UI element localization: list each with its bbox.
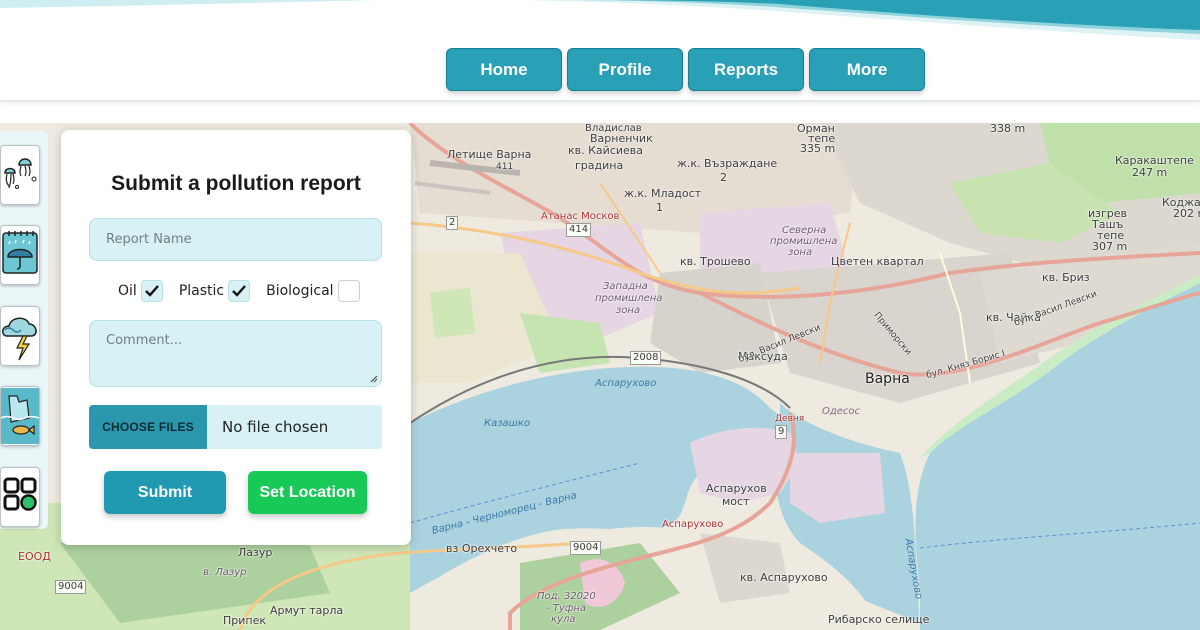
map-label: 335 m — [800, 142, 836, 155]
biological-label: Biological — [266, 283, 334, 299]
map-label: Летище Варна — [447, 148, 532, 161]
panel-title: Submit a pollution report — [111, 172, 361, 195]
map-label: кв. Бриз — [1042, 271, 1090, 284]
map-label: Армут тарла — [270, 604, 344, 617]
report-name-placeholder: Report Name — [106, 232, 192, 247]
pollution-type-checkboxes: Oil Plastic Biological — [118, 280, 376, 302]
oil-label: Oil — [118, 283, 137, 299]
file-status-text: No file chosen — [222, 418, 329, 436]
storm-tool-button[interactable] — [0, 306, 40, 366]
map-label: 2 — [720, 171, 727, 184]
map-label: Варна — [865, 371, 910, 387]
map-label: 414 — [566, 223, 592, 237]
biological-checkbox[interactable] — [337, 280, 360, 302]
map-label: 411 — [496, 162, 514, 172]
grid-menu-tool-button[interactable] — [0, 467, 40, 527]
map-label: 9004 — [55, 580, 87, 594]
layer-tool-strip — [0, 131, 48, 529]
file-upload-field: CHOOSE FILES No file chosen — [89, 405, 382, 449]
map-label: 307 m — [1092, 240, 1128, 253]
map-label: мост — [722, 495, 750, 508]
map-label: 9004 — [570, 541, 602, 555]
rain-tool-button[interactable] — [0, 225, 40, 285]
main-nav: Home Profile Reports More — [446, 48, 925, 91]
map-label: кв. Кайсиева — [568, 144, 644, 157]
map-label: Аспарухово — [662, 519, 724, 530]
grid-menu-icon — [3, 477, 37, 511]
map-label: Припек — [223, 614, 267, 627]
map-label: Под. 32020 — [537, 591, 596, 602]
checkmark-icon — [232, 285, 246, 297]
map-label: ЕООД — [18, 550, 51, 563]
map-label: 338 m — [990, 123, 1026, 135]
nav-reports-button[interactable]: Reports — [688, 48, 804, 91]
nav-home-button[interactable]: Home — [446, 48, 562, 91]
map-label: градина — [575, 159, 624, 172]
map-label: в. Лазур — [203, 567, 247, 578]
map-label: Одесос — [822, 406, 861, 417]
resize-grip-icon[interactable] — [370, 375, 378, 383]
map-label: 247 m — [1132, 166, 1168, 179]
map-label: зона — [788, 247, 813, 258]
map-label: ж.к. Възраждане — [677, 157, 778, 170]
top-header: Home Profile Reports More — [0, 0, 1200, 102]
rain-umbrella-icon — [2, 231, 38, 274]
map-label: 2008 — [630, 351, 662, 365]
plastic-checkbox[interactable] — [228, 280, 251, 302]
map-label: кв. Трошево — [680, 255, 751, 268]
nav-profile-button[interactable]: Profile — [567, 48, 683, 91]
storm-cloud-icon — [2, 317, 37, 361]
map-label: кв. Аспарухово — [740, 571, 828, 584]
map-label: Рибарско селище — [828, 613, 930, 626]
submit-button[interactable]: Submit — [104, 471, 226, 514]
plastic-label: Plastic — [178, 283, 225, 299]
map-label: 9 — [775, 425, 788, 439]
report-name-input[interactable]: Report Name — [89, 218, 382, 261]
plastic-waste-icon — [1, 388, 39, 444]
map-label: Западна — [603, 281, 648, 292]
map-label: промишлена — [595, 293, 663, 304]
map-label: зона — [616, 305, 641, 316]
plastic-tool-button[interactable] — [0, 386, 40, 446]
map-label: Казашко — [484, 418, 530, 429]
nav-more-button[interactable]: More — [809, 48, 925, 91]
map-label: Атанас Москов — [541, 211, 620, 222]
checkmark-icon — [144, 285, 159, 297]
jellyfish-icon — [4, 158, 37, 189]
map-label: вз Орехчето — [446, 542, 518, 555]
map-label: Девня — [775, 414, 805, 424]
map-label: Аспарухово — [595, 378, 657, 389]
comment-textarea[interactable]: Comment... — [89, 320, 382, 387]
map-label: 2 — [446, 216, 459, 230]
comment-placeholder: Comment... — [106, 333, 183, 348]
set-location-button[interactable]: Set Location — [248, 471, 367, 514]
jellyfish-tool-button[interactable] — [0, 145, 40, 205]
pollution-report-panel: Submit a pollution report Report Name Oi… — [61, 130, 411, 545]
map-label: Лазур — [238, 546, 273, 559]
header-wave-decoration — [0, 0, 1200, 40]
oil-checkbox[interactable] — [140, 280, 163, 302]
map-label: Аспарухов — [706, 482, 767, 495]
map-label: ж.к. Младост — [624, 187, 702, 200]
map-label: кула — [551, 614, 576, 625]
map-label: Цветен квартал — [831, 255, 924, 268]
map-label: 202 m — [1173, 207, 1200, 220]
choose-files-button[interactable]: CHOOSE FILES — [89, 405, 207, 449]
map-label: Владислав — [585, 123, 642, 134]
map-label: 1 — [656, 201, 663, 214]
